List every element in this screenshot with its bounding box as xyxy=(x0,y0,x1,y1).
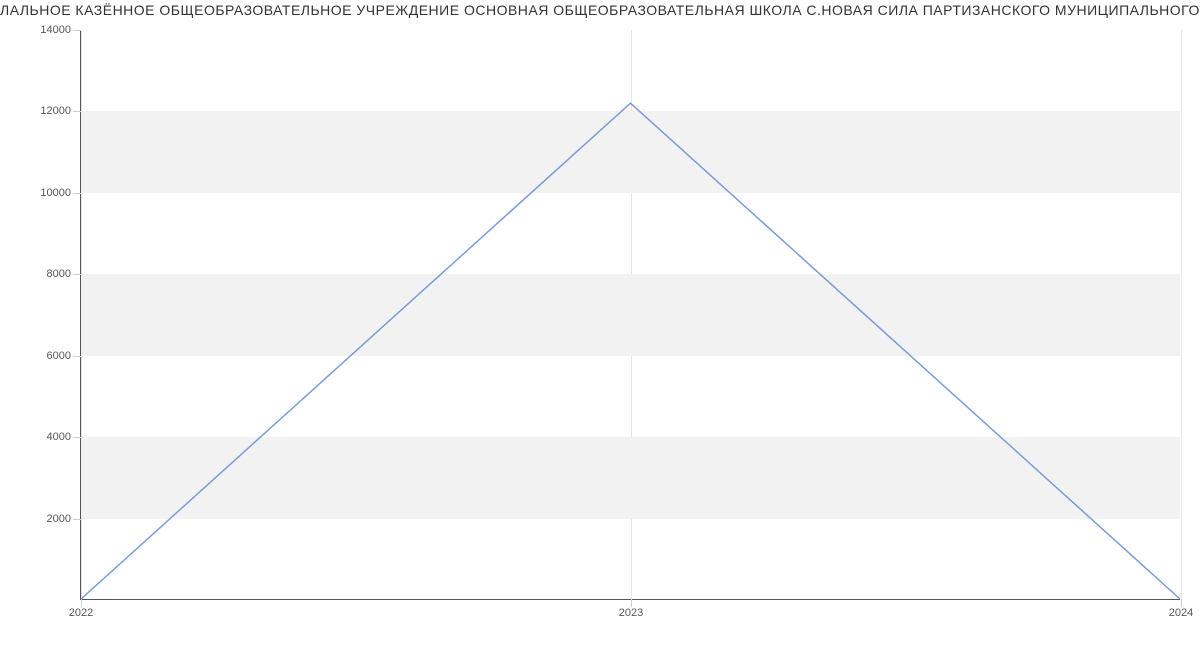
chart-title: ЛАЛЬНОЕ КАЗЁННОЕ ОБЩЕОБРАЗОВАТЕЛЬНОЕ УЧР… xyxy=(0,2,1200,18)
y-tick-label: 4000 xyxy=(47,431,71,443)
y-tick xyxy=(73,437,81,438)
x-tick xyxy=(631,599,632,607)
x-tick-label: 2024 xyxy=(1169,607,1193,619)
y-tick-label: 8000 xyxy=(47,268,71,280)
y-tick xyxy=(73,111,81,112)
y-tick xyxy=(73,519,81,520)
x-tick xyxy=(81,599,82,607)
y-tick-label: 14000 xyxy=(40,24,71,36)
x-tick-label: 2023 xyxy=(619,607,643,619)
line-series xyxy=(81,30,1180,599)
x-gridline xyxy=(1181,30,1182,599)
y-tick xyxy=(73,274,81,275)
y-tick-label: 12000 xyxy=(40,105,71,117)
y-tick xyxy=(73,193,81,194)
y-tick xyxy=(73,30,81,31)
y-tick-label: 6000 xyxy=(47,350,71,362)
plot-area: 2000400060008000100001200014000202220232… xyxy=(80,30,1180,600)
x-tick xyxy=(1181,599,1182,607)
y-tick-label: 2000 xyxy=(47,513,71,525)
x-tick-label: 2022 xyxy=(69,607,93,619)
y-tick xyxy=(73,356,81,357)
y-tick-label: 10000 xyxy=(40,187,71,199)
